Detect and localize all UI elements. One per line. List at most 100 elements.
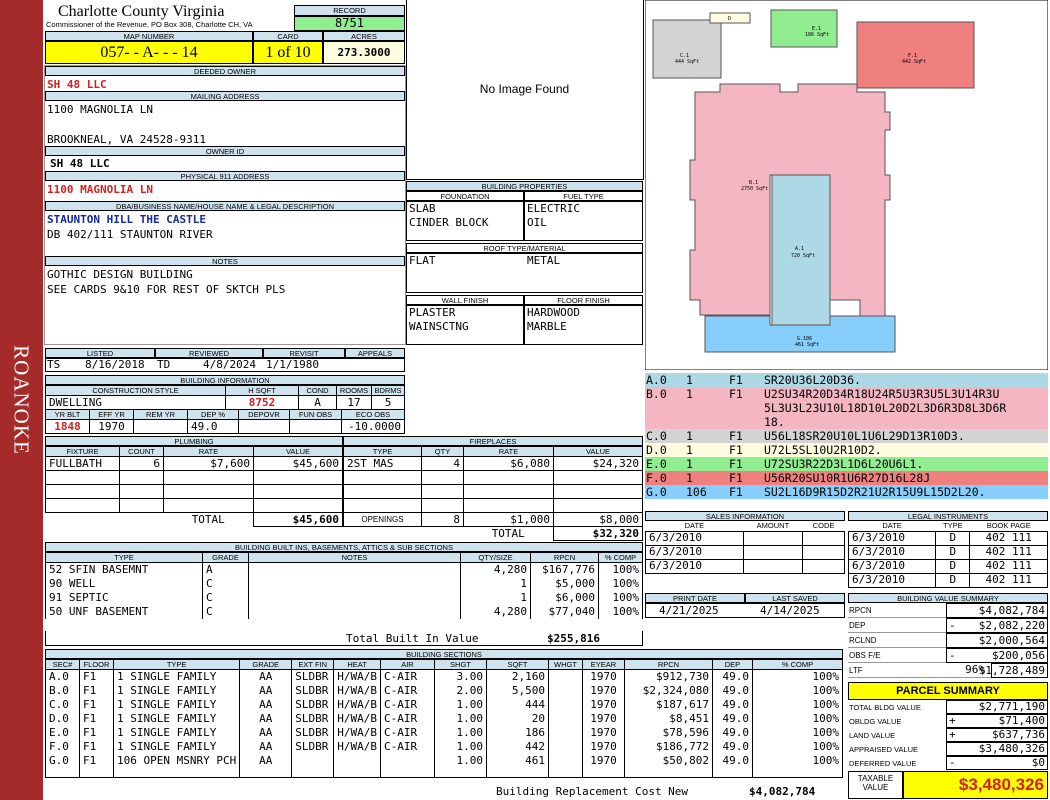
reviewed-by: TD: [157, 358, 171, 371]
section-row: C.0 F1 1 SINGLE FAMILY AA SLDBR H/WA/B C-AIR 1.…: [45, 697, 844, 712]
legal-col-date: DATE: [848, 521, 936, 531]
deeded-owner-value: SH 48 LLC: [47, 78, 107, 91]
card-value: 1 of 10: [253, 41, 323, 64]
replacement-label: Building Replacement Cost New: [496, 785, 689, 798]
building-properties-title: BUILDING PROPERTIES: [406, 181, 643, 191]
legal-row: 6/3/2010 D 402 111: [847, 530, 1048, 546]
floor-2: MARBLE: [527, 320, 567, 333]
openings-row: OPENINGS 8 $1,000 $8,000: [343, 512, 643, 527]
cond-label: COND: [298, 385, 337, 396]
rooms-label: ROOMS: [336, 385, 372, 396]
plumbing-row: FULLBATH 6 $7,600 $45,600: [45, 456, 343, 471]
sketch-code-row: E.0 1 F1 U72SU3R22D3L1D6L20U6L1.: [645, 457, 1048, 471]
legal-col-type: TYPE: [935, 521, 970, 531]
replacement-value: $4,082,784: [749, 785, 816, 798]
sketch-code-row: F.0 1 F1 U56R20SU10R1U6R27D16L28J: [645, 471, 1048, 485]
plumbing-title: PLUMBING: [45, 436, 343, 446]
reviewed-date: 4/8/2024: [203, 358, 256, 371]
sales-col-date: DATE: [645, 521, 744, 531]
foundation-2: CINDER BLOCK: [409, 216, 489, 229]
sketch-code-row: G.0 106 F1 SU2L16D9R15D2R21U2R15U9L15D2L20.: [645, 485, 1048, 499]
sketch-label-a: A.1: [795, 246, 804, 252]
fireplaces-col-rate: RATE: [463, 446, 554, 457]
sketch-section-c: [652, 19, 722, 79]
value-summary-title: BUILDING VALUE SUMMARY: [848, 593, 1048, 603]
builtins-col-rpcn: RPCN: [530, 552, 599, 563]
ecoobs-value: -10.0000: [341, 419, 405, 434]
cond-value: A: [298, 395, 337, 410]
remyr-value: [133, 419, 188, 434]
last-saved-label: LAST SAVED: [745, 593, 845, 603]
rooms-value: 17: [336, 395, 372, 410]
owner-id-label: OWNER ID: [45, 146, 405, 156]
mailing-line-3: BROOKNEAL, VA 24528-9311: [47, 133, 206, 146]
last-saved: 4/14/2025: [760, 604, 820, 617]
effyr-label: EFF YR: [89, 409, 134, 420]
sales-title: SALES INFORMATION: [645, 511, 845, 521]
value-summary: RPCN $4,082,784 DEP - $2,082,220 RCLND $2,0…: [848, 603, 1048, 678]
value-summary-row: OBS F/E - $200,056: [848, 648, 1048, 663]
parcel-summary-title: PARCEL SUMMARY: [848, 682, 1048, 700]
builtins-col-qty: QTY/SIZE: [460, 552, 531, 563]
section-row: G.0 F1 106 OPEN MSNRY PCH AA 1.00 461 1970 $50,…: [45, 753, 844, 768]
depovr-value: [238, 419, 290, 434]
fireplaces-col-qty: QTY: [421, 446, 464, 457]
sketch-label-f-sqft: 442 SqFt: [902, 59, 926, 65]
fireplaces-col-value: VALUE: [553, 446, 643, 457]
listed-by: TS: [47, 358, 61, 371]
plumbing-col-fixture: FIXTURE: [45, 446, 120, 457]
reviewed-label: REVIEWED: [155, 348, 263, 358]
builtins-col-notes: NOTES: [248, 552, 461, 563]
legal-table: DATE TYPE BOOK PAGE 6/3/2010 D 402 111 6/3/20…: [847, 521, 1048, 588]
record-value: 8751: [294, 16, 405, 31]
dep-value: 49.0: [187, 419, 239, 434]
section-col: GRADE: [239, 659, 293, 670]
yrblt-value: 1848: [45, 419, 90, 434]
builtins-col-type: TYPE: [45, 552, 203, 563]
revisit-date: 1/1/1980: [266, 358, 319, 371]
notes-line-1: GOTHIC DESIGN BUILDING: [47, 268, 193, 281]
sections-table: SEC# FLOOR TYPE GRADE EXT FIN HEAT AIR SHGT SQFT…: [45, 659, 844, 778]
plumbing-col-count: COUNT: [119, 446, 164, 457]
commissioner-line: Commissioner of the Revenue, PO Box 308,…: [46, 20, 253, 29]
funobs-value: [289, 419, 342, 434]
sales-col-code: CODE: [802, 521, 845, 531]
section-col: SHGT: [433, 659, 487, 670]
section-col: % COMP: [751, 659, 844, 670]
builtins-total-label: Total Built In Value: [346, 632, 479, 645]
section-col: EXT FIN: [291, 659, 335, 670]
floor-1: HARDWOOD: [527, 306, 580, 319]
roof-label: ROOF TYPE/MATERIAL: [406, 243, 643, 253]
bdrms-value: 5: [371, 395, 405, 410]
wall-2: WAINSCTNG: [409, 320, 469, 333]
card-label: CARD: [253, 31, 323, 41]
notes-line-2: SEE CARDS 9&10 FOR REST OF SKTCH PLS: [47, 283, 286, 296]
fireplaces-table: TYPE QTY RATE VALUE 2ST MAS 4 $6,080 $24,320 O…: [343, 446, 643, 541]
section-row: B.0 F1 1 SINGLE FAMILY AA SLDBR H/WA/B C-AIR 2.…: [45, 683, 844, 698]
parcel-summary-row: APPRAISED VALUE $3,480,326: [848, 742, 1048, 756]
builtins-table: TYPE GRADE NOTES QTY/SIZE RPCN% COMP 52 SFIN…: [45, 552, 643, 619]
dep-label: DEP %: [187, 409, 239, 420]
sketch-code-row: C.0 1 F1 U56L18SR20U10L1U6L29D13R10D3.: [645, 429, 1048, 443]
section-row: F.0 F1 1 SINGLE FAMILY AA SLDBR H/WA/B C-AIR 1.…: [45, 739, 844, 754]
map-number-label: MAP NUMBER: [45, 31, 253, 41]
plumbing-total-label: TOTAL: [163, 512, 254, 527]
dba-label: DBA/BUSINESS NAME/HOUSE NAME & LEGAL DES…: [45, 201, 405, 211]
foundation-1: SLAB: [409, 202, 436, 215]
taxable-label-1: TAXABLE: [857, 774, 894, 783]
fuel-1: ELECTRIC: [527, 202, 580, 215]
building-info-title: BUILDING INFORMATION: [45, 375, 405, 385]
legal-row: 6/3/2010 D 402 111: [847, 572, 1048, 588]
section-col: WHGT: [547, 659, 583, 670]
fireplaces-total-label: TOTAL: [491, 526, 525, 540]
print-date: 4/21/2025: [659, 604, 719, 617]
owner-id-value: SH 48 LLC: [50, 157, 110, 170]
no-image-text: No Image Found: [479, 82, 570, 96]
county-title: Charlotte County Virginia: [58, 3, 225, 20]
yrblt-label: YR BLT: [45, 409, 90, 420]
roof-1: FLAT: [409, 254, 436, 267]
acres-value: 273.3000: [323, 41, 405, 64]
section-col: FLOOR: [79, 659, 114, 670]
value-summary-row: RPCN $4,082,784: [848, 603, 1048, 618]
hsqft-value: 8752: [225, 395, 299, 410]
